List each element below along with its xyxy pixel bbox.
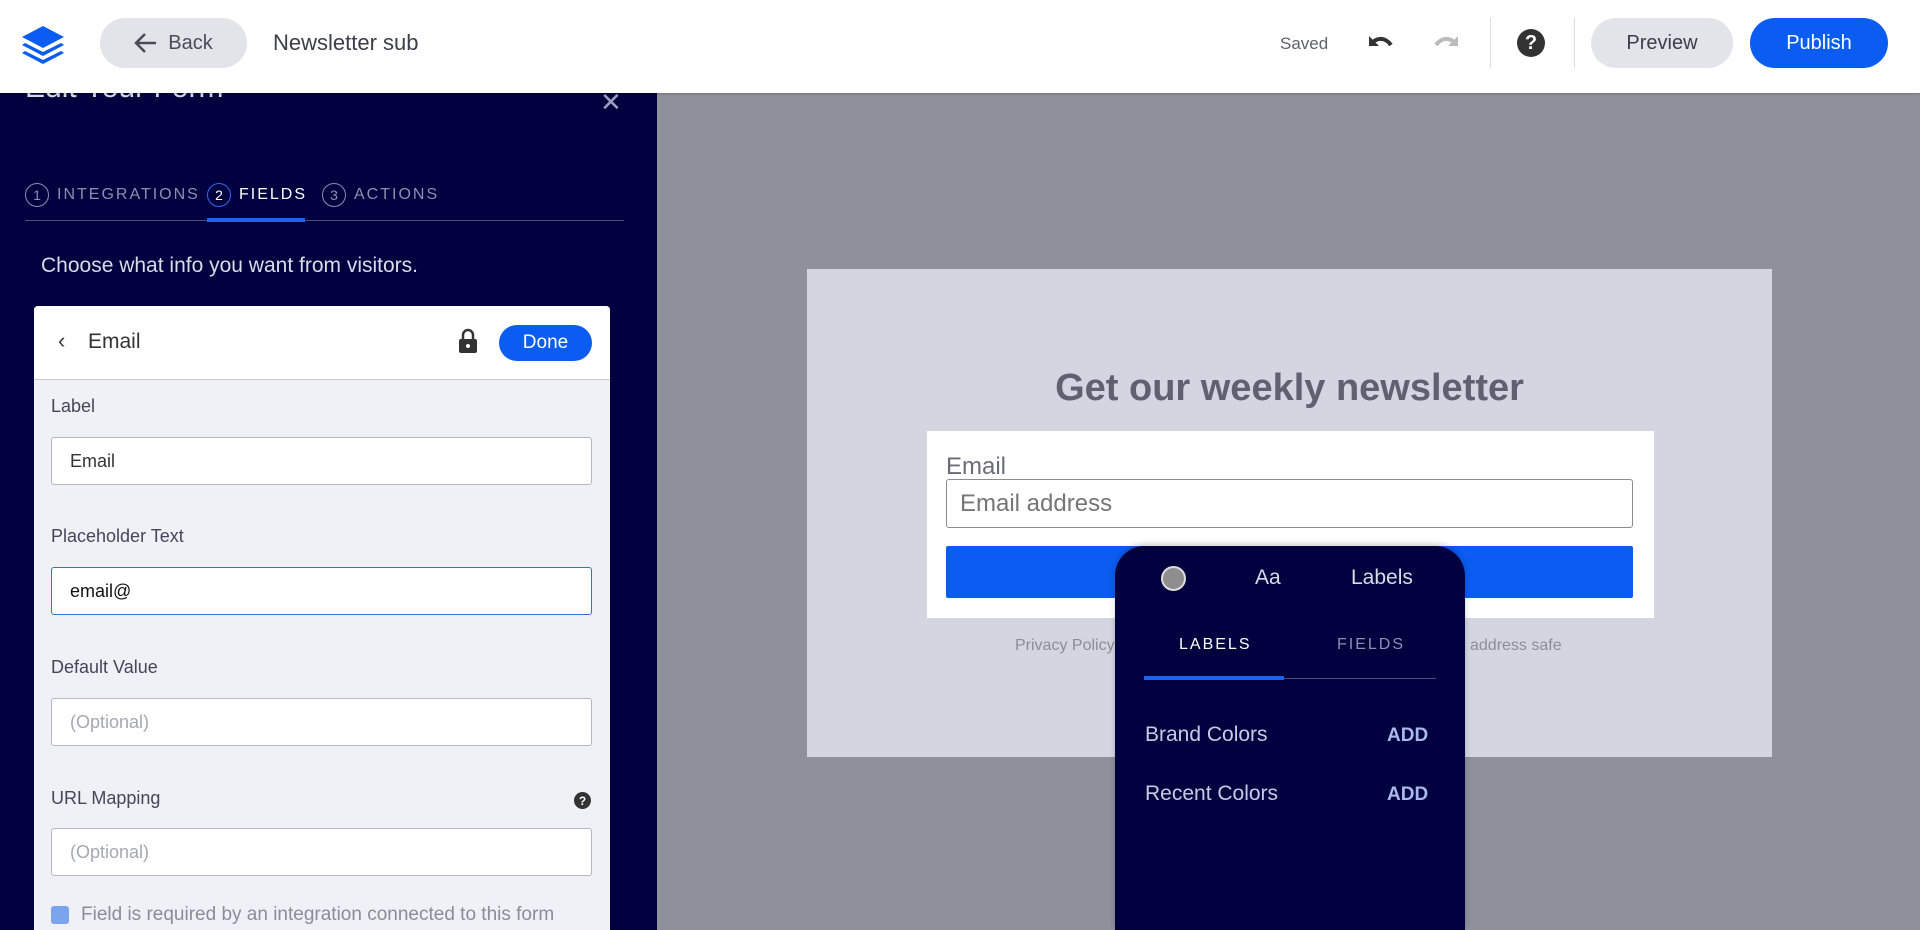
intro-text: Choose what info you want from visitors. [41, 254, 418, 277]
form-heading[interactable]: Get our weekly newsletter [807, 367, 1772, 410]
tab-fields[interactable]: 2 FIELDS [207, 183, 307, 207]
privacy-note: address safe [1470, 637, 1562, 654]
edit-form-panel: Edit Your Form ✕ 1 INTEGRATIONS 2 FIELDS 3… [0, 93, 657, 930]
tab-label: FIELDS [239, 186, 308, 203]
divider [1490, 18, 1491, 68]
tab-label: ACTIONS [354, 186, 440, 203]
placeholder-input[interactable] [51, 567, 592, 615]
step-number: 2 [207, 183, 231, 207]
redo-icon[interactable] [1432, 32, 1462, 54]
url-mapping-input[interactable] [51, 828, 592, 876]
active-tab-indicator [207, 218, 305, 222]
tab-fields[interactable]: FIELDS [1337, 636, 1405, 654]
tab-label: INTEGRATIONS [57, 186, 200, 203]
help-icon[interactable]: ? [1517, 29, 1545, 57]
add-recent-color-button[interactable]: ADD [1387, 784, 1428, 806]
step-number: 3 [322, 183, 346, 207]
field-name: Email [88, 330, 141, 353]
tab-actions[interactable]: 3 ACTIONS [322, 183, 439, 207]
default-value-input[interactable] [51, 698, 592, 746]
done-button[interactable]: Done [499, 325, 592, 361]
recent-colors-label: Recent Colors [1145, 782, 1279, 805]
label-label: Label [51, 396, 96, 416]
save-status: Saved [1280, 34, 1329, 53]
tab-labels[interactable]: LABELS [1179, 636, 1251, 654]
style-popover: Aa Labels LABELS FIELDS Brand Colors ADD… [1115, 546, 1465, 930]
color-swatch[interactable] [1161, 566, 1186, 591]
preview-button[interactable]: Preview [1591, 18, 1733, 68]
email-input[interactable] [946, 479, 1633, 528]
placeholder-label: Placeholder Text [51, 526, 184, 546]
add-brand-color-button[interactable]: ADD [1387, 725, 1428, 747]
required-checkbox-row[interactable]: Field is required by an integration conn… [51, 904, 554, 926]
privacy-policy-link[interactable]: Privacy Policy [1015, 637, 1115, 655]
chevron-left-icon[interactable]: ‹ [58, 328, 65, 354]
divider [1574, 18, 1575, 68]
lock-icon [459, 328, 477, 353]
publish-button[interactable]: Publish [1750, 18, 1888, 68]
close-icon[interactable]: ✕ [600, 93, 622, 118]
panel-title: Edit Your Form [25, 93, 223, 105]
labels-option[interactable]: Labels [1351, 566, 1413, 590]
help-icon[interactable]: ? [574, 792, 591, 809]
active-tab-indicator [1144, 676, 1284, 680]
arrow-left-icon [134, 33, 157, 53]
undo-icon[interactable] [1365, 32, 1395, 54]
required-text: Field is required by an integration conn… [81, 904, 555, 925]
email-label: Email [946, 453, 1007, 480]
label-input[interactable] [51, 437, 592, 485]
tab-divider [25, 220, 624, 221]
page-title[interactable]: Newsletter sub [273, 30, 419, 56]
back-button[interactable]: Back [100, 18, 247, 68]
brand-colors-label: Brand Colors [1145, 723, 1268, 746]
tab-integrations[interactable]: 1 INTEGRATIONS [25, 183, 200, 207]
font-option[interactable]: Aa [1255, 566, 1281, 590]
back-label: Back [168, 31, 213, 54]
step-number: 1 [25, 183, 49, 207]
top-bar: Back Newsletter sub Saved ? Preview Publ… [0, 0, 1920, 93]
field-editor-card: ‹ Email Done Label Placeholder Text Defa… [34, 306, 610, 930]
layers-logo-icon[interactable] [20, 24, 66, 64]
checkbox[interactable] [51, 906, 69, 924]
default-value-label: Default Value [51, 657, 158, 677]
url-mapping-label: URL Mapping [51, 788, 161, 808]
card-header: ‹ Email Done [34, 306, 610, 380]
